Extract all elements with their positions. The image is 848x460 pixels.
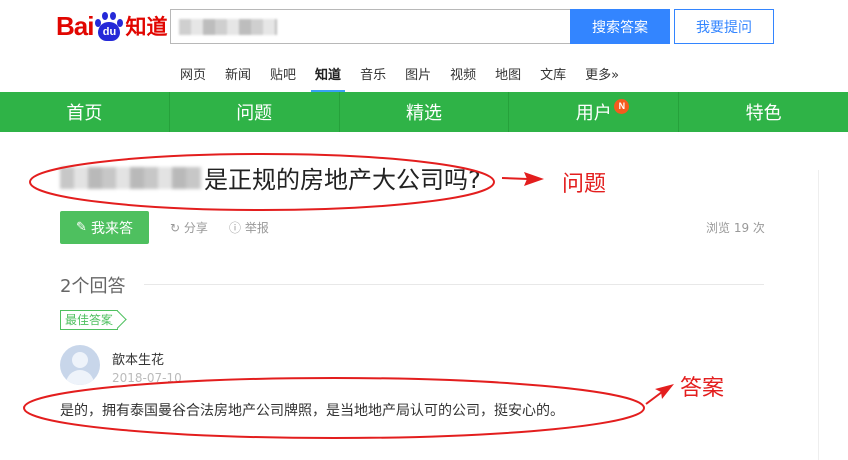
answer-annotation-label: 答案 [680,376,725,401]
channel-news[interactable]: 新闻 [225,64,251,89]
best-answer-tag: 最佳答案 [60,310,119,330]
channel-web[interactable]: 网页 [180,64,206,89]
avatar-body [66,370,94,385]
answer-arrow-head [655,384,674,399]
question-title-text: 是正规的房地产大公司吗? [204,166,481,194]
ask-question-button[interactable]: 我要提问 [674,9,774,44]
share-label: 分享 [183,221,208,235]
blurred-company-name [60,166,202,189]
logo-du-text: du [98,22,121,41]
report-label: 举报 [244,221,269,235]
channel-images[interactable]: 图片 [405,64,431,89]
content-border [818,170,819,460]
main-nav-bar: 首页 问题 精选 用户 N 特色 [0,92,848,132]
nav-users-label: 用户 [575,103,612,124]
answer-date: 2018-07-10 [112,371,182,385]
question-arrow-head [524,172,544,186]
channel-more[interactable]: 更多» [585,64,619,89]
answer-button-label: 我来答 [90,220,133,237]
divider [144,284,764,285]
search-answer-button[interactable]: 搜索答案 [570,9,670,44]
share-icon: ↻ [170,221,181,235]
question-title: 是正规的房地产大公司吗? [60,160,481,195]
nav-questions[interactable]: 问题 [170,92,340,132]
baidu-zhidao-logo[interactable]: Bai du 知道 [56,6,167,46]
answer-text: 是的，拥有泰国曼谷合法房地产公司牌照，是当地地产局认可的公司，挺安心的。 [60,403,564,419]
zhidao-page: Bai du 知道 搜索答案 我要提问 网页 新闻 贴吧 知道 音乐 图片 视频… [0,0,848,460]
channel-map[interactable]: 地图 [495,64,521,89]
channel-zhidao[interactable]: 知道 [311,64,346,92]
channel-music[interactable]: 音乐 [360,64,386,89]
answerer-username[interactable]: 歆本生花 [112,349,164,368]
new-badge: N [614,99,630,114]
nav-special[interactable]: 特色 [679,92,848,132]
logo-bai-text: Bai [56,10,94,41]
view-count: 浏览 19 次 [706,221,765,235]
share-link[interactable]: ↻ 分享 [170,219,208,236]
answers-count: 2个回答 [60,276,126,297]
channel-nav: 网页 新闻 贴吧 知道 音乐 图片 视频 地图 文库 更多» [180,64,638,92]
search-input[interactable] [170,9,571,44]
channel-tieba[interactable]: 贴吧 [270,64,296,89]
answer-arrow-line [645,391,663,405]
nav-home[interactable]: 首页 [0,92,170,132]
avatar-head [72,352,88,368]
report-icon: ⓘ [229,221,242,235]
edit-icon: ✎ [76,220,87,235]
channel-wenku[interactable]: 文库 [540,64,566,89]
paw-icon: du [94,11,124,41]
question-annotation-label: 问题 [562,172,607,197]
logo-zhidao-text: 知道 [125,15,168,39]
answer-button[interactable]: ✎ 我来答 [60,211,149,244]
nav-users[interactable]: 用户 N [509,92,680,132]
report-link[interactable]: ⓘ 举报 [229,219,269,236]
nav-featured[interactable]: 精选 [340,92,510,132]
avatar[interactable] [60,345,100,385]
blurred-query [179,19,277,35]
question-arrow-line [501,177,529,180]
channel-video[interactable]: 视频 [450,64,476,89]
